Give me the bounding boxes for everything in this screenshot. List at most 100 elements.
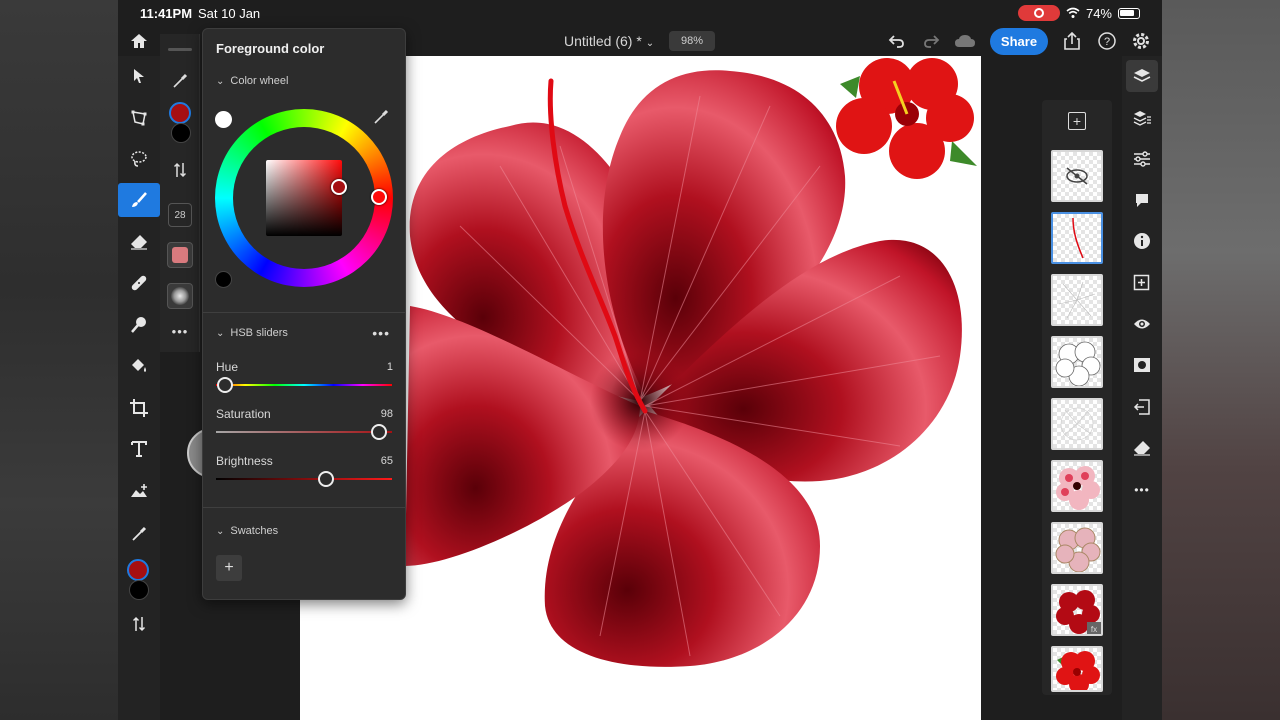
add-layer-icon[interactable] (1126, 267, 1158, 299)
layer-thumbnail[interactable] (1051, 460, 1103, 512)
brush-foreground-swatch[interactable] (169, 102, 191, 124)
layer-thumbnail[interactable] (1051, 274, 1103, 326)
redo-icon[interactable] (920, 30, 942, 52)
layer-stack-icon[interactable] (1126, 102, 1158, 134)
chevron-down-icon: ⌄ (216, 525, 225, 537)
brush-icon[interactable] (118, 183, 160, 217)
foreground-color-popover: Foreground color ⌄ Color wheel ⌄ HSB sli… (202, 28, 406, 600)
layer-thumbnail-selected[interactable] (1051, 212, 1103, 264)
brightness-slider[interactable] (216, 478, 392, 480)
layers-panel: + fx (1042, 100, 1112, 695)
saturation-label: Saturation (216, 407, 271, 421)
hue-picker-knob[interactable] (371, 189, 387, 205)
color-wheel-section-header[interactable]: ⌄ Color wheel (216, 75, 288, 87)
brightness-slider-thumb[interactable] (318, 471, 334, 487)
brightness-value: 65 (380, 455, 393, 467)
wifi-icon (1066, 7, 1080, 18)
eraser-icon[interactable] (118, 225, 160, 259)
crop-icon[interactable] (118, 391, 160, 425)
brush-size-value[interactable]: 28 (168, 203, 192, 227)
hidden-eye-icon (1066, 167, 1088, 185)
saturation-slider-thumb[interactable] (371, 424, 387, 440)
layer-thumbnail[interactable] (1051, 336, 1103, 388)
heal-icon[interactable] (118, 266, 160, 300)
more-icon[interactable]: ••• (1126, 474, 1158, 506)
chevron-down-icon: ⌄ (216, 75, 225, 87)
smudge-icon[interactable] (118, 308, 160, 342)
brush-eyedropper-icon[interactable] (160, 70, 200, 92)
import-icon[interactable] (1126, 391, 1158, 423)
foreground-color-swatch[interactable] (127, 559, 149, 581)
home-icon[interactable] (118, 24, 160, 58)
share-button[interactable]: Share (990, 28, 1048, 55)
left-video-gutter (0, 0, 118, 720)
undo-icon[interactable] (886, 30, 908, 52)
eyedropper-icon[interactable] (118, 517, 160, 551)
reference-image[interactable] (832, 56, 981, 184)
layers-icon[interactable] (1126, 60, 1158, 92)
document-title[interactable]: Untitled (6) * ⌄ (564, 33, 654, 49)
divider (203, 312, 405, 313)
background-color-swatch[interactable] (129, 580, 149, 600)
battery-icon (1118, 7, 1140, 19)
app-window: 11:41PM Sat 10 Jan 74% Untitled (6) * ⌄ … (118, 0, 1162, 720)
layer-thumbnail[interactable] (1051, 398, 1103, 450)
adjustments-icon[interactable] (1126, 143, 1158, 175)
saturation-brightness-square[interactable] (266, 160, 342, 236)
sb-picker-knob[interactable] (331, 179, 347, 195)
hsb-more-icon[interactable]: ••• (372, 325, 390, 341)
clear-icon[interactable] (1126, 432, 1158, 464)
layer-thumbnail[interactable] (1051, 522, 1103, 574)
panel-grip[interactable] (168, 48, 192, 51)
lasso-icon[interactable] (118, 142, 160, 176)
left-toolbar (118, 34, 160, 720)
add-layer-button[interactable]: + (1068, 112, 1086, 130)
saturation-value: 98 (380, 408, 393, 420)
info-icon[interactable] (1126, 225, 1158, 257)
layer-thumbnail[interactable] (1051, 150, 1103, 202)
hsb-section-header[interactable]: ⌄ HSB sliders (216, 327, 288, 339)
settings-icon[interactable] (1130, 30, 1152, 52)
swap-colors-icon[interactable] (118, 607, 160, 641)
hue-slider-thumb[interactable] (217, 377, 233, 393)
status-date: Sat 10 Jan (198, 6, 261, 21)
saturation-slider[interactable] (216, 431, 392, 433)
comment-icon[interactable] (1126, 184, 1158, 216)
status-time: 11:41PM (140, 6, 193, 21)
select-icon[interactable] (118, 59, 160, 93)
fill-icon[interactable] (118, 349, 160, 383)
swatches-section-header[interactable]: ⌄ Swatches (216, 525, 278, 537)
right-toolbar: ••• (1122, 56, 1162, 720)
hue-slider[interactable] (216, 384, 392, 386)
brush-swap-icon[interactable] (160, 160, 200, 180)
chevron-down-icon: ⌄ (645, 38, 655, 49)
chevron-down-icon: ⌄ (216, 327, 225, 339)
brightness-label: Brightness (216, 454, 273, 468)
visibility-icon[interactable] (1126, 308, 1158, 340)
brush-tip-preview[interactable] (167, 283, 193, 309)
layer-thumbnail[interactable] (1051, 646, 1103, 692)
transform-icon[interactable] (118, 101, 160, 135)
svg-text:?: ? (1104, 36, 1110, 48)
place-image-icon[interactable] (118, 474, 160, 508)
help-icon[interactable]: ? (1096, 30, 1118, 52)
svg-text:fx: fx (1091, 625, 1097, 634)
brush-color-preview[interactable] (167, 242, 193, 268)
zoom-level[interactable]: 98% (669, 31, 715, 51)
status-bar: 11:41PM Sat 10 Jan 74% (118, 0, 1162, 28)
layer-thumbnail[interactable]: fx (1051, 584, 1103, 636)
hue-label: Hue (216, 360, 239, 374)
brush-background-swatch[interactable] (171, 123, 191, 143)
popover-title: Foreground color (216, 41, 325, 56)
brush-settings-panel: 28 ••• (160, 34, 200, 352)
color-wheel[interactable] (215, 109, 393, 287)
cloud-icon[interactable] (954, 30, 976, 52)
hue-value: 1 (386, 361, 393, 373)
add-swatch-button[interactable]: + (216, 555, 242, 581)
export-icon[interactable] (1061, 30, 1083, 52)
black-color-dot[interactable] (215, 271, 232, 288)
type-icon[interactable] (118, 432, 160, 466)
mask-icon[interactable] (1126, 349, 1158, 381)
brush-more-icon[interactable]: ••• (160, 322, 200, 340)
status-right: 74% (1017, 5, 1140, 21)
